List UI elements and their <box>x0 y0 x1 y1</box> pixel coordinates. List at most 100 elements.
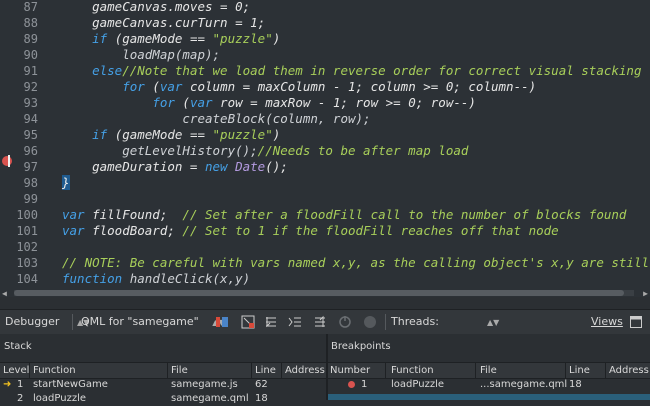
code-line[interactable]: loadMap(map); <box>62 47 220 63</box>
line-number[interactable]: 92 <box>0 79 38 95</box>
restart-icon[interactable] <box>338 315 352 329</box>
code-token: "puzzle" <box>212 127 273 142</box>
horizontal-scrollbar[interactable]: ◀ ▶ <box>0 289 650 297</box>
stack-row-level: 1 <box>17 379 24 390</box>
column-separator[interactable] <box>29 363 30 378</box>
bp-col-number[interactable]: Number <box>330 363 370 378</box>
code-line[interactable]: for (var row = maxRow - 1; row >= 0; row… <box>62 95 476 111</box>
line-number[interactable]: 95 <box>0 127 38 143</box>
code-line[interactable]: if (gameMode == "puzzle") <box>62 127 280 143</box>
debugger-mode-select[interactable]: Debugger ▲▼ <box>5 310 89 334</box>
column-separator[interactable] <box>167 363 168 378</box>
stack-col-address[interactable]: Address <box>285 363 325 378</box>
stack-col-function[interactable]: Function <box>33 363 76 378</box>
engine-label: QML for "samegame" <box>81 315 199 328</box>
bp-row-line: 18 <box>569 379 582 390</box>
stack-col-file[interactable]: File <box>171 363 188 378</box>
stack-row-function: startNewGame <box>33 379 108 390</box>
bp-col-file[interactable]: File <box>480 363 497 378</box>
code-token: getLevelHistory(); <box>62 143 258 158</box>
code-line[interactable]: gameDuration = new Date(); <box>62 159 288 175</box>
code-line[interactable]: gameCanvas.moves = 0; <box>62 0 250 15</box>
stack-col-level[interactable]: Level <box>3 363 29 378</box>
scrollbar-thumb[interactable] <box>14 290 624 296</box>
code-token: for <box>122 79 145 94</box>
code-line[interactable]: else//Note that we load them in reverse … <box>62 63 642 79</box>
engine-select[interactable]: QML for "samegame" ▲▼ <box>81 310 225 334</box>
line-number[interactable]: 90 <box>0 47 38 63</box>
code-token: Date <box>235 159 266 174</box>
code-token: } <box>62 175 70 190</box>
code-line[interactable]: // NOTE: Be careful with vars named x,y,… <box>62 255 650 271</box>
code-line[interactable]: gameCanvas.curTurn = 1; <box>62 15 265 31</box>
line-number[interactable]: 98 <box>0 175 38 191</box>
line-number[interactable]: 89 <box>0 31 38 47</box>
code-line[interactable]: var fillFound; // Set after a floodFill … <box>62 207 626 223</box>
line-number[interactable]: 94 <box>0 111 38 127</box>
bp-col-line[interactable]: Line <box>569 363 590 378</box>
column-separator[interactable] <box>565 363 566 378</box>
column-separator[interactable] <box>605 363 606 378</box>
stop-icon[interactable] <box>363 315 377 329</box>
breakpoints-title: Breakpoints <box>331 341 391 352</box>
line-number[interactable]: 88 <box>0 15 38 31</box>
code-line[interactable]: var floodBoard; // Set to 1 if the flood… <box>62 223 559 239</box>
column-separator[interactable] <box>251 363 252 378</box>
code-area[interactable]: gameCanvas.moves = 0; gameCanvas.curTurn… <box>62 0 650 297</box>
current-frame-arrow-icon: ➜ <box>3 379 12 390</box>
select-arrows-icon: ▲▼ <box>487 318 500 327</box>
bp-col-function[interactable]: Function <box>391 363 434 378</box>
code-token: // Set after a floodFill call to the num… <box>182 207 627 222</box>
step-over-icon[interactable] <box>264 315 278 329</box>
code-token: // NOTE: Be careful with vars named x,y,… <box>62 255 650 270</box>
code-line[interactable]: if (gameMode == "puzzle") <box>62 31 280 47</box>
threads-label: Threads: <box>391 315 439 328</box>
stack-col-line[interactable]: Line <box>255 363 276 378</box>
breakpoint-row[interactable]: 1 loadPuzzle ...samegame.qml 18 <box>328 378 650 392</box>
line-number[interactable]: 91 <box>0 63 38 79</box>
views-button[interactable]: Views <box>591 310 623 334</box>
line-number[interactable]: 103 <box>0 255 38 271</box>
column-separator[interactable] <box>385 363 386 378</box>
breakpoint-row-selected[interactable] <box>328 394 650 400</box>
bp-col-address[interactable]: Address <box>609 363 649 378</box>
code-token: gameDuration = <box>62 159 205 174</box>
stack-row-file: samegame.js <box>171 379 238 390</box>
code-line[interactable]: getLevelHistory();//Needs to be after ma… <box>62 143 468 159</box>
column-separator[interactable] <box>281 363 282 378</box>
code-token: function <box>62 271 123 286</box>
scroll-left-icon[interactable]: ◀ <box>2 289 7 297</box>
stack-row[interactable]: 2 loadPuzzle samegame.qml 18 <box>0 392 326 406</box>
code-token: //Note that we load them in reverse orde… <box>122 63 642 78</box>
code-line[interactable]: for (var column = maxColumn - 1; column … <box>62 79 536 95</box>
line-number-gutter[interactable]: 87 88 89 90 91 92 93 94 95 96 97 98 99 100 101 102 103 10… <box>0 0 55 297</box>
stack-row[interactable]: ➜ 1 startNewGame samegame.js 62 <box>0 378 326 392</box>
toggle-window-icon[interactable] <box>630 316 644 330</box>
breakpoints-pane: Breakpoints Number Function File Line Ad… <box>328 334 650 400</box>
code-token: ( <box>174 95 190 110</box>
threads-select[interactable]: ▲▼ <box>487 310 499 334</box>
line-number[interactable]: 100 <box>0 207 38 223</box>
scroll-right-icon[interactable]: ▶ <box>643 289 648 297</box>
line-number[interactable]: 99 <box>0 191 38 207</box>
continue-icon[interactable] <box>215 315 229 329</box>
line-number[interactable]: 96 <box>0 143 38 159</box>
code-editor[interactable]: 87 88 89 90 91 92 93 94 95 96 97 98 99 100 101 102 103 10… <box>0 0 650 297</box>
code-line[interactable]: createBlock(column, row); <box>62 111 370 127</box>
line-number[interactable]: 87 <box>0 0 38 15</box>
column-separator[interactable] <box>475 363 476 378</box>
line-number[interactable]: 104 <box>0 271 38 287</box>
line-number[interactable]: 97 <box>0 159 38 175</box>
interrupt-icon[interactable] <box>241 315 255 329</box>
code-token: var <box>62 223 85 238</box>
line-number[interactable]: 101 <box>0 223 38 239</box>
code-line[interactable]: } <box>62 175 70 191</box>
code-line[interactable]: function handleClick(x,y) <box>62 271 250 287</box>
step-into-icon[interactable] <box>288 315 302 329</box>
step-out-icon[interactable] <box>313 315 327 329</box>
line-number[interactable]: 102 <box>0 239 38 255</box>
line-number[interactable]: 93 <box>0 95 38 111</box>
